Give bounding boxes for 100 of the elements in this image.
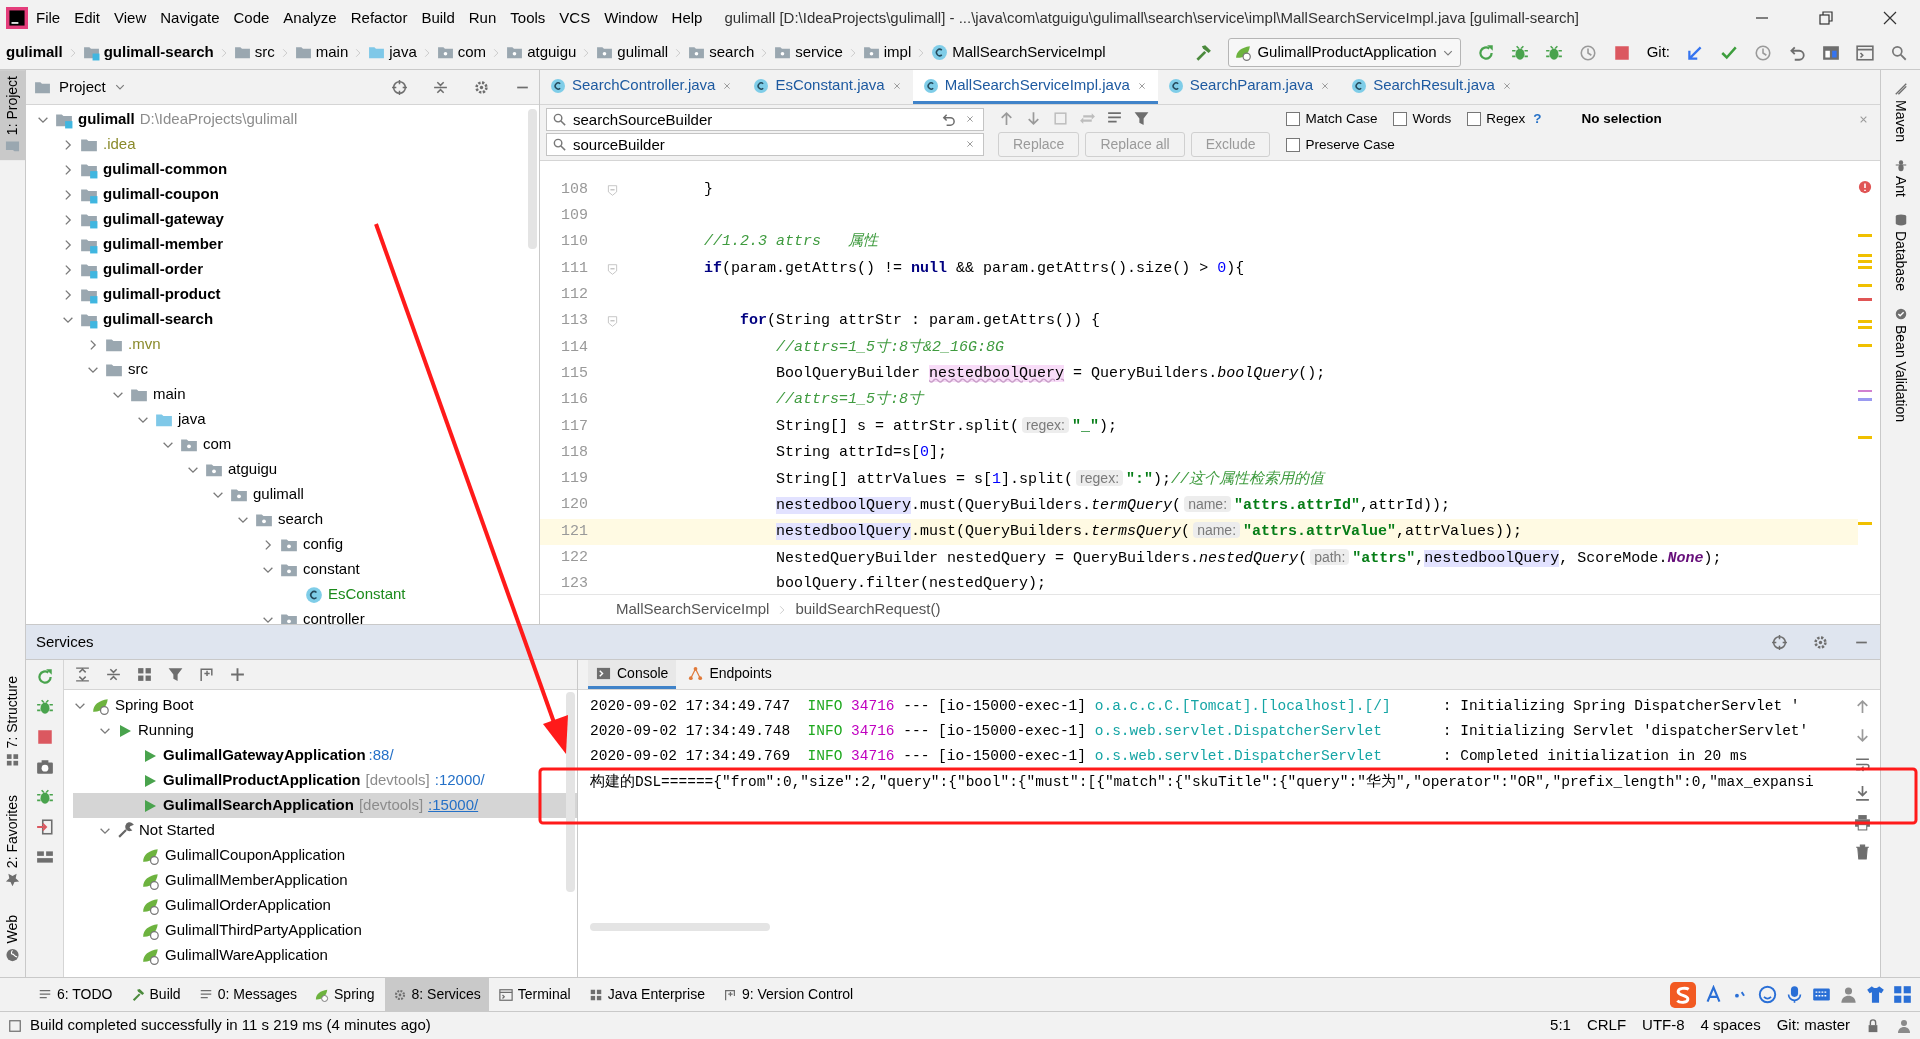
group-by-icon[interactable] bbox=[136, 666, 153, 683]
clear-icon[interactable] bbox=[964, 113, 976, 125]
history-icon[interactable] bbox=[1754, 43, 1772, 62]
menu-item[interactable]: Build bbox=[415, 4, 461, 32]
help-link[interactable]: ? bbox=[1533, 109, 1542, 130]
tree-item[interactable]: .idea bbox=[26, 132, 539, 157]
tool-window-tab[interactable]: 6: TODO bbox=[30, 978, 121, 1011]
editor-tab[interactable]: SearchController.java bbox=[540, 70, 744, 104]
collapse-all-icon[interactable] bbox=[105, 666, 122, 683]
tree-item[interactable]: java bbox=[26, 407, 539, 432]
breadcrumb-item[interactable]: MallSearchServiceImpl bbox=[616, 598, 770, 621]
search-option-checkbox[interactable]: Words bbox=[1393, 109, 1452, 130]
port-link[interactable]: :12000/ bbox=[434, 769, 485, 792]
filter-icon[interactable] bbox=[1133, 109, 1150, 127]
run-configuration-dropdown[interactable]: GulimallProductApplication bbox=[1228, 38, 1461, 67]
settings-icon[interactable] bbox=[1812, 633, 1829, 651]
console-tab[interactable]: Console bbox=[588, 660, 677, 689]
tool-window-tab[interactable]: Build bbox=[122, 978, 189, 1011]
service-tree-item[interactable]: GulimallThirdPartyApplication bbox=[73, 918, 577, 943]
search-option-checkbox[interactable]: Regex bbox=[1467, 109, 1526, 130]
stop-icon[interactable] bbox=[35, 728, 54, 746]
tree-item[interactable]: main bbox=[26, 382, 539, 407]
tool-window-tab[interactable]: 0: Messages bbox=[190, 978, 306, 1011]
menu-item[interactable]: Run bbox=[462, 4, 503, 32]
debug-icon[interactable] bbox=[1510, 43, 1529, 62]
menu-item[interactable]: Window bbox=[598, 4, 664, 32]
locate-icon[interactable] bbox=[391, 78, 408, 96]
tool-window-tab[interactable]: Spring bbox=[307, 978, 383, 1011]
menu-item[interactable]: VCS bbox=[553, 4, 597, 32]
sign-in-icon[interactable] bbox=[35, 818, 54, 836]
tree-item[interactable]: src bbox=[26, 357, 539, 382]
menu-item[interactable]: Refactor bbox=[344, 4, 414, 32]
tool-window-tab[interactable]: Ant bbox=[1888, 154, 1913, 202]
emoji-icon[interactable] bbox=[1758, 985, 1777, 1004]
tree-item[interactable]: atguigu bbox=[26, 457, 539, 482]
layout-icon[interactable] bbox=[35, 848, 54, 866]
status-item[interactable]: 5:1 bbox=[1550, 1014, 1571, 1037]
fold-marker-icon[interactable] bbox=[606, 315, 618, 329]
add-icon[interactable] bbox=[229, 666, 246, 683]
microphone-icon[interactable] bbox=[1785, 985, 1804, 1004]
status-item[interactable]: 4 spaces bbox=[1700, 1014, 1761, 1037]
service-tree-item[interactable]: GulimallWareApplication bbox=[73, 943, 577, 968]
tree-item[interactable]: gulimall-common bbox=[26, 157, 539, 182]
previous-occurrence-icon[interactable] bbox=[998, 109, 1015, 127]
tree-item[interactable]: constant bbox=[26, 557, 539, 582]
locate-icon[interactable] bbox=[1771, 633, 1788, 651]
service-tree-item[interactable]: GulimallOrderApplication bbox=[73, 893, 577, 918]
service-tree-item[interactable]: Running bbox=[73, 718, 577, 743]
lock-icon[interactable] bbox=[1866, 1018, 1880, 1033]
breadcrumb-item[interactable]: atguigu bbox=[504, 41, 579, 64]
snapshot-icon[interactable] bbox=[35, 758, 54, 776]
menu-item[interactable]: Edit bbox=[68, 4, 107, 32]
menu-item[interactable]: Code bbox=[227, 4, 276, 32]
status-item[interactable]: CRLF bbox=[1586, 1014, 1627, 1037]
tree-item[interactable]: gulimall-search bbox=[26, 307, 539, 332]
tool-window-tab[interactable]: Java Enterprise bbox=[580, 978, 713, 1011]
editor-tab[interactable]: SearchResult.java bbox=[1341, 70, 1523, 104]
search-field[interactable]: searchSourceBuilder bbox=[546, 108, 984, 131]
tree-item[interactable]: gulimall bbox=[26, 482, 539, 507]
fold-marker-icon[interactable] bbox=[606, 262, 618, 276]
clear-all-icon[interactable] bbox=[1853, 843, 1871, 860]
shirt-icon[interactable] bbox=[1866, 985, 1885, 1004]
service-tree-item[interactable]: Not Started bbox=[73, 818, 577, 843]
replace-field[interactable]: sourceBuilder bbox=[546, 133, 984, 156]
window-icon[interactable] bbox=[1856, 43, 1874, 62]
person-icon[interactable] bbox=[1839, 985, 1858, 1004]
port-link[interactable]: :88/ bbox=[368, 744, 394, 767]
tool-window-tab[interactable]: 8: Services bbox=[384, 978, 489, 1011]
tool-window-tab[interactable]: 2: Favorites bbox=[0, 789, 26, 894]
restore-icon[interactable] bbox=[1818, 10, 1834, 26]
service-tree-item[interactable]: GulimallMemberApplication bbox=[73, 868, 577, 893]
clear-icon[interactable] bbox=[964, 138, 976, 150]
fold-marker-icon[interactable] bbox=[606, 183, 618, 197]
breadcrumb-item[interactable]: com bbox=[434, 41, 489, 64]
tree-item[interactable]: config bbox=[26, 532, 539, 557]
service-tree-item[interactable]: Spring Boot bbox=[73, 693, 577, 718]
tree-item[interactable]: gulimall-order bbox=[26, 257, 539, 282]
service-tree-item[interactable]: GulimallGatewayApplication :88/ bbox=[73, 743, 577, 768]
filter-icon[interactable] bbox=[167, 666, 184, 683]
breadcrumb-item[interactable]: search bbox=[686, 41, 757, 64]
scroll-to-end-icon[interactable] bbox=[1853, 785, 1871, 802]
menu-item[interactable]: View bbox=[108, 4, 153, 32]
tree-item[interactable]: gulimall-product bbox=[26, 282, 539, 307]
editor-tab[interactable]: MallSearchServiceImpl.java bbox=[912, 70, 1158, 104]
tool-window-tab[interactable]: 7: Structure bbox=[0, 669, 26, 774]
scrollbar-thumb[interactable] bbox=[590, 922, 770, 931]
menu-item[interactable]: Analyze bbox=[277, 4, 343, 32]
editor-tab[interactable]: SearchParam.java bbox=[1157, 70, 1342, 104]
breadcrumb-item[interactable]: buildSearchRequest() bbox=[795, 598, 941, 621]
attach-debugger-icon[interactable] bbox=[35, 788, 54, 806]
print-icon[interactable] bbox=[1853, 814, 1871, 831]
status-item[interactable]: UTF-8 bbox=[1642, 1014, 1685, 1037]
panel-title[interactable]: Project bbox=[59, 75, 106, 99]
status-panel-icon[interactable] bbox=[8, 1018, 22, 1033]
breadcrumb-item[interactable]: service bbox=[772, 41, 845, 64]
tree-item[interactable]: gulimall-coupon bbox=[26, 182, 539, 207]
rerun-icon[interactable] bbox=[1476, 43, 1495, 62]
language-icon[interactable] bbox=[1704, 985, 1723, 1004]
rerun-icon[interactable] bbox=[35, 668, 54, 686]
breadcrumb-item[interactable]: impl bbox=[860, 41, 914, 64]
